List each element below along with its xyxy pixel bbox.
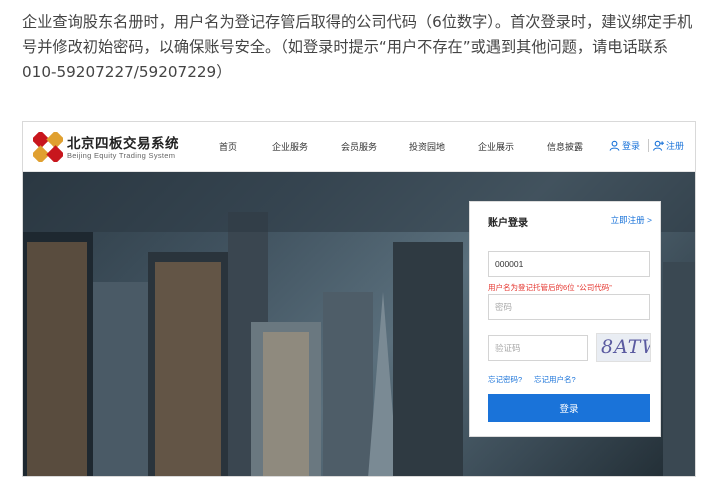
nav-enterprise-showcase[interactable]: 企业展示 (478, 140, 514, 153)
forgot-password-link[interactable]: 忘记密码? (488, 374, 522, 385)
site-screenshot: 北京四板交易系统 Beijing Equity Trading System 首… (22, 121, 696, 477)
captcha-input[interactable] (488, 335, 588, 361)
hero-background: 账户登录 立即注册 > 用户名为登记托管后的6位 “公司代码” 8ATW 忘记密… (23, 172, 695, 476)
captcha-image[interactable]: 8ATW (596, 333, 651, 362)
login-link[interactable]: 登录 (609, 139, 640, 152)
login-panel: 账户登录 立即注册 > 用户名为登记托管后的6位 “公司代码” 8ATW 忘记密… (469, 201, 661, 437)
login-panel-title: 账户登录 (488, 218, 528, 229)
password-input[interactable] (488, 294, 650, 320)
site-header: 北京四板交易系统 Beijing Equity Trading System 首… (23, 122, 695, 172)
nav-member-services[interactable]: 会员服务 (341, 140, 377, 153)
forgot-username-link[interactable]: 忘记用户名? (534, 374, 576, 385)
register-link-label: 注册 (666, 141, 685, 151)
captcha-text: 8ATW (601, 336, 650, 358)
username-hint: 用户名为登记托管后的6位 “公司代码” (488, 283, 612, 292)
nav-investment[interactable]: 投资园地 (409, 140, 445, 153)
nav-enterprise-services[interactable]: 企业服务 (272, 140, 308, 153)
brand-english-name: Beijing Equity Trading System (67, 151, 176, 160)
register-now-link[interactable]: 立即注册 > (611, 214, 652, 226)
brand-logo-icon (33, 132, 63, 162)
login-link-label: 登录 (622, 141, 641, 151)
add-user-icon (653, 140, 664, 151)
user-icon (609, 140, 620, 151)
nav-home[interactable]: 首页 (219, 140, 237, 153)
register-link[interactable]: 注册 (653, 139, 684, 152)
divider (648, 139, 649, 152)
nav-disclosure[interactable]: 信息披露 (547, 140, 583, 153)
brand-name: 北京四板交易系统 (67, 136, 179, 151)
login-button[interactable]: 登录 (488, 394, 650, 422)
username-input[interactable] (488, 251, 650, 277)
intro-paragraph: 企业查询股东名册时，用户名为登记存管后取得的公司代码（6位数字）。首次登录时，建… (22, 13, 693, 81)
